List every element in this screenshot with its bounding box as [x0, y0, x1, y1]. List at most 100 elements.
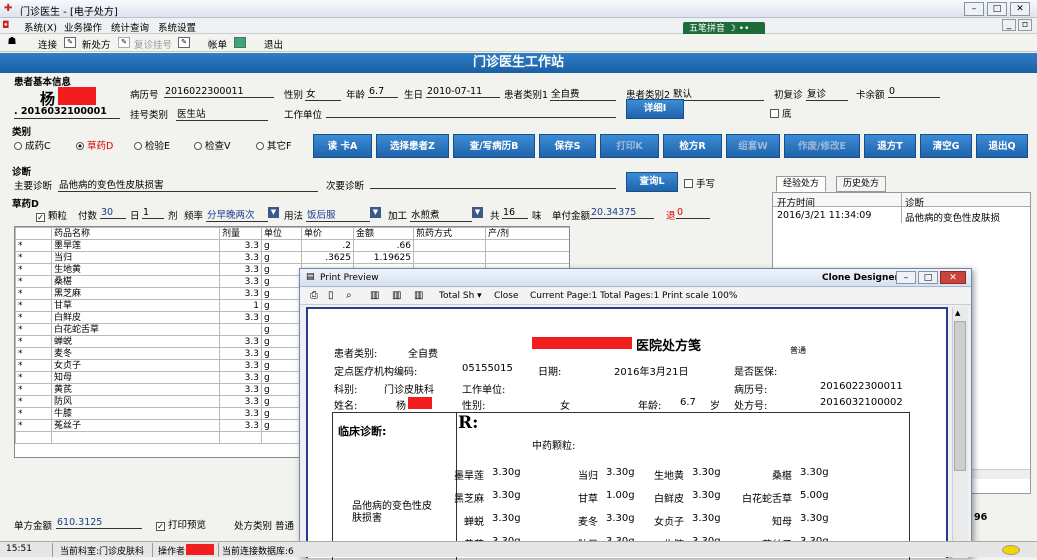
- toolbar-connect[interactable]: 连接: [38, 37, 57, 51]
- dose-cell[interactable]: 3.3: [219, 251, 262, 264]
- usage-dropdown-icon[interactable]: ▼: [370, 207, 381, 218]
- row-marker[interactable]: *: [15, 395, 52, 408]
- radio-other[interactable]: 其它F: [256, 138, 291, 152]
- type1-field[interactable]: 全自费: [550, 86, 616, 101]
- multi-page-icon[interactable]: ▥: [414, 290, 423, 301]
- per-dose-cell[interactable]: [485, 239, 569, 252]
- drug-name-cell[interactable]: 墨旱莲: [51, 239, 220, 252]
- preview-maximize-button[interactable]: □: [918, 271, 938, 284]
- refund-rx-button[interactable]: 退方T: [864, 134, 916, 158]
- drug-name-cell[interactable]: 生地黄: [51, 263, 220, 276]
- close-button[interactable]: ✕: [1010, 2, 1030, 16]
- unit-cell[interactable]: g: [261, 287, 302, 300]
- tab-experience-rx[interactable]: 经验处方: [776, 176, 827, 192]
- row-marker[interactable]: *: [15, 359, 52, 372]
- row-marker[interactable]: *: [15, 287, 52, 300]
- check-rx-button[interactable]: 检方R: [663, 134, 722, 158]
- page-icon[interactable]: ▯: [328, 290, 334, 301]
- diagnosis-query-button[interactable]: 查询L: [626, 172, 678, 192]
- drug-name-cell[interactable]: 白花蛇舌草: [51, 323, 220, 336]
- row-marker[interactable]: *: [15, 383, 52, 396]
- unit-cell[interactable]: g: [261, 419, 302, 432]
- row-marker[interactable]: *: [15, 275, 52, 288]
- minimize-button[interactable]: –: [964, 2, 984, 16]
- doses-field[interactable]: 30: [100, 207, 126, 219]
- decoction-cell[interactable]: [413, 239, 486, 252]
- age-field[interactable]: 6.7: [368, 86, 398, 98]
- query-record-button[interactable]: 查/写病历B: [453, 134, 535, 158]
- dose-cell[interactable]: 3.3: [219, 383, 262, 396]
- row-marker[interactable]: *: [15, 323, 52, 336]
- empty-cell[interactable]: [51, 431, 220, 444]
- handwrite-checkbox[interactable]: 手写: [684, 176, 715, 190]
- zoom-icon[interactable]: ⌕: [346, 290, 352, 301]
- granule-checkbox[interactable]: ✓ 颗粒: [36, 208, 67, 222]
- unit-cell[interactable]: g: [261, 371, 302, 384]
- print-icon[interactable]: ⎙: [310, 290, 318, 301]
- drug-name-cell[interactable]: 黄芪: [51, 383, 220, 396]
- dose-cell[interactable]: 3.3: [219, 371, 262, 384]
- row-marker[interactable]: *: [15, 407, 52, 420]
- dose-cell[interactable]: 3.3: [219, 263, 262, 276]
- empty-cell[interactable]: [261, 431, 302, 444]
- dose-cell[interactable]: 3.3: [219, 359, 262, 372]
- dose-cell[interactable]: 3.3: [219, 311, 262, 324]
- drug-name-cell[interactable]: 防风: [51, 395, 220, 408]
- dose-cell[interactable]: [219, 323, 262, 336]
- unit-cell[interactable]: g: [261, 263, 302, 276]
- row-marker[interactable]: *: [15, 251, 52, 264]
- unit-cell[interactable]: g: [261, 323, 302, 336]
- toolbar-exit[interactable]: 退出: [264, 37, 283, 51]
- unit-cell[interactable]: g: [261, 383, 302, 396]
- drug-name-cell[interactable]: 牛膝: [51, 407, 220, 420]
- toolbar-bill[interactable]: 帐单: [208, 37, 227, 51]
- dose-cell[interactable]: 3.3: [219, 287, 262, 300]
- drug-name-cell[interactable]: 菟丝子: [51, 419, 220, 432]
- radio-examination[interactable]: 检查V: [194, 138, 231, 152]
- history-row-diagnosis[interactable]: 品他病的变色性皮肤损: [905, 210, 1000, 224]
- row-marker[interactable]: *: [15, 371, 52, 384]
- drug-name-cell[interactable]: 黑芝麻: [51, 287, 220, 300]
- group-set-button[interactable]: 组套W: [726, 134, 780, 158]
- void-modify-button[interactable]: 作废/修改E: [784, 134, 860, 158]
- dose-cell[interactable]: 3.3: [219, 347, 262, 360]
- bottom-checkbox[interactable]: 底: [770, 106, 792, 120]
- menu-stats[interactable]: 统计查询: [111, 20, 149, 34]
- drug-name-cell[interactable]: 麦冬: [51, 347, 220, 360]
- unit-cell[interactable]: g: [261, 275, 302, 288]
- history-row-time[interactable]: 2016/3/21 11:34:09: [777, 210, 871, 221]
- tab-history-rx[interactable]: 历史处方: [836, 176, 887, 192]
- row-marker[interactable]: *: [15, 311, 52, 324]
- read-card-button[interactable]: 读 卡A: [313, 134, 372, 158]
- total-sheets-dropdown[interactable]: Total Sh ▾: [439, 291, 482, 301]
- sex-field[interactable]: 女: [305, 86, 341, 101]
- row-marker[interactable]: *: [15, 263, 52, 276]
- toolbar-new-rx[interactable]: 新处方: [82, 37, 111, 51]
- radio-herbal[interactable]: 草药D: [76, 138, 113, 152]
- regtype-field[interactable]: 医生站: [176, 106, 268, 121]
- mdi-minimize-icon[interactable]: _: [1002, 19, 1016, 31]
- unit-cell[interactable]: g: [261, 311, 302, 324]
- empty-cell[interactable]: [219, 431, 262, 444]
- drug-name-cell[interactable]: 蝉蜕: [51, 335, 220, 348]
- drug-name-cell[interactable]: 当归: [51, 251, 220, 264]
- freq-dropdown-icon[interactable]: ▼: [268, 207, 279, 218]
- drug-name-cell[interactable]: 知母: [51, 371, 220, 384]
- type2-field[interactable]: 默认: [672, 86, 764, 101]
- menu-business[interactable]: 业务操作: [64, 20, 102, 34]
- unit-cell[interactable]: g: [261, 347, 302, 360]
- drug-name-cell[interactable]: 甘草: [51, 299, 220, 312]
- case-no-field[interactable]: 2016022300011: [164, 86, 274, 98]
- process-dropdown-icon[interactable]: ▼: [472, 207, 483, 218]
- main-diagnosis-field[interactable]: 品他病的变色性皮肤损害: [58, 177, 318, 192]
- radio-lab-test[interactable]: 检验E: [134, 138, 170, 152]
- dose-cell[interactable]: 3.3: [219, 275, 262, 288]
- table-row[interactable]: * 当归 3.3 g .3625 1.19625: [15, 251, 569, 264]
- table-row[interactable]: * 墨旱莲 3.3 g .2.66: [15, 239, 569, 252]
- drug-name-cell[interactable]: 桑椹: [51, 275, 220, 288]
- mdi-restore-icon[interactable]: ▫: [1018, 19, 1032, 31]
- unit-cell[interactable]: g: [261, 299, 302, 312]
- birth-field[interactable]: 2010-07-11: [426, 86, 500, 98]
- maximize-button[interactable]: □: [987, 2, 1007, 16]
- unit-cell[interactable]: g: [261, 407, 302, 420]
